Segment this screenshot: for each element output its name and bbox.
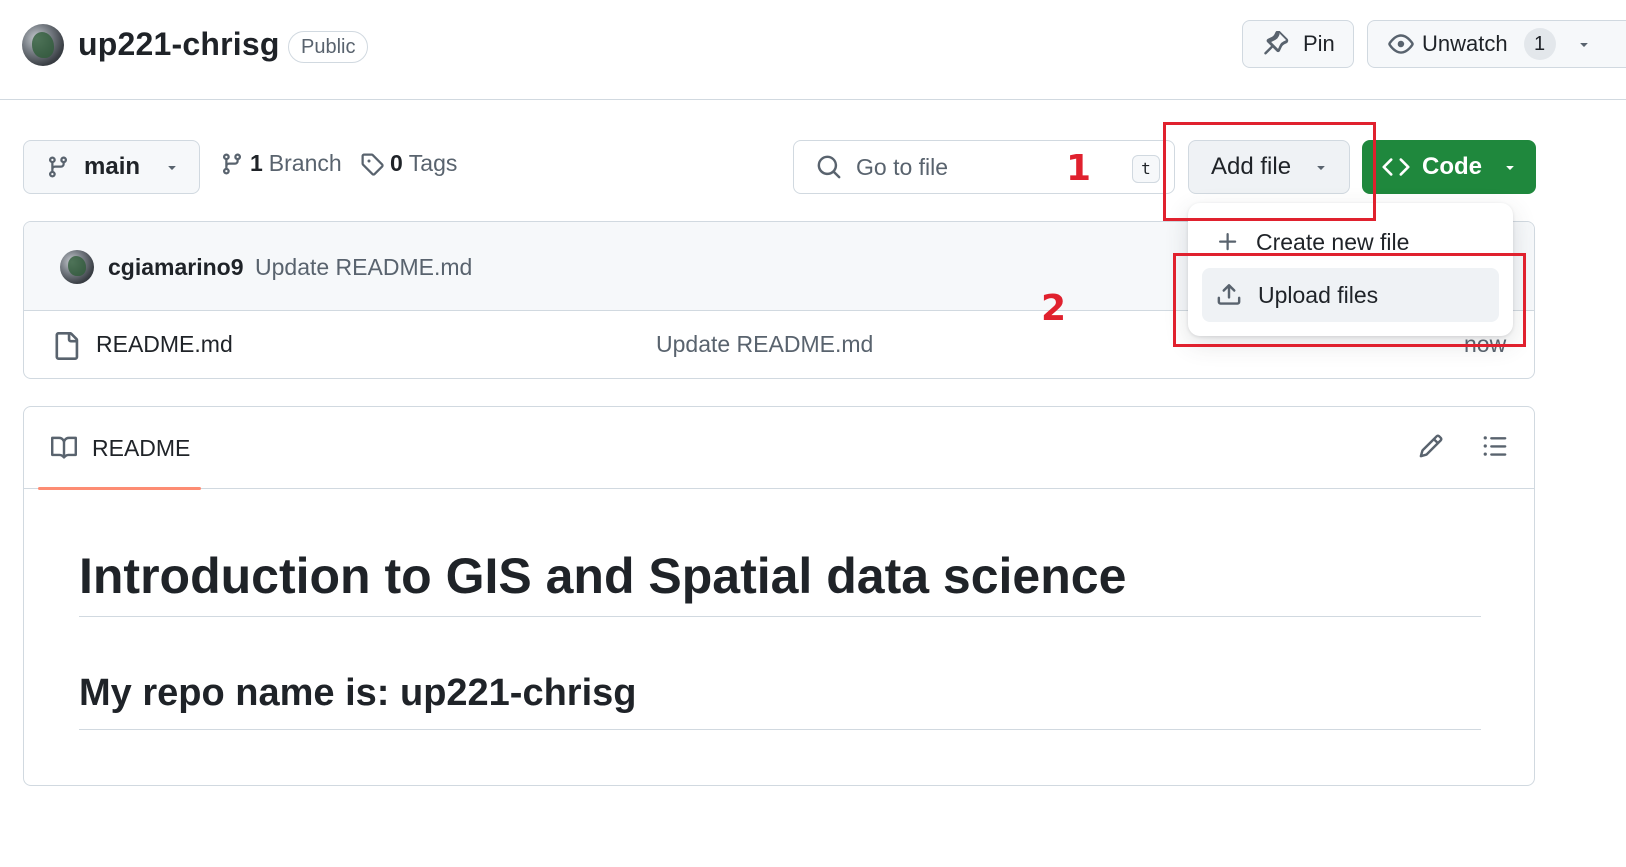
git-branch-icon — [220, 152, 244, 176]
readme-tabbar: README — [24, 407, 1534, 490]
keyboard-shortcut: t — [1132, 155, 1160, 183]
branch-count: 1 — [250, 150, 263, 176]
tag-count: 0 — [390, 150, 403, 176]
avatar[interactable] — [60, 250, 94, 284]
branch-selector[interactable]: main — [23, 140, 200, 194]
annotation-number-2: 2 — [1041, 288, 1067, 329]
code-label: Code — [1422, 153, 1482, 180]
file-name[interactable]: README.md — [96, 331, 233, 358]
branch-count-label: Branch — [268, 150, 342, 176]
readme-tab-label: README — [92, 434, 191, 461]
search-icon — [816, 154, 842, 180]
plus-icon — [1216, 230, 1240, 254]
commit-author[interactable]: cgiamarino9 — [108, 254, 244, 281]
owner-avatar[interactable] — [22, 24, 64, 66]
readme-subheading: My repo name is: up221-chrisg — [79, 672, 1481, 730]
code-icon — [1382, 153, 1410, 181]
repo-header: up221-chrisg Public Pin Unwatch 1 — [0, 0, 1626, 100]
git-branch-icon — [46, 155, 70, 179]
eye-icon — [1388, 31, 1414, 57]
chevron-down-icon — [164, 159, 180, 175]
file-commit-message[interactable]: Update README.md — [656, 331, 873, 358]
tags-link[interactable]: 0 Tags — [360, 150, 457, 177]
pin-icon — [1263, 31, 1289, 57]
book-icon — [50, 435, 78, 461]
unwatch-button[interactable]: Unwatch 1 — [1367, 20, 1626, 68]
annotation-box-step-1 — [1163, 122, 1376, 221]
chevron-down-icon — [1502, 159, 1518, 175]
go-to-file-input[interactable]: Go to file t — [793, 140, 1175, 194]
chevron-down-icon — [1576, 36, 1592, 52]
file-icon — [52, 331, 80, 361]
list-icon[interactable] — [1482, 433, 1508, 459]
annotation-number-1: 1 — [1066, 148, 1092, 189]
readme-panel: README Introduction to GIS and Spatial d… — [23, 406, 1535, 786]
watch-count: 1 — [1523, 28, 1556, 60]
search-placeholder: Go to file — [856, 153, 949, 180]
unwatch-label: Unwatch — [1422, 31, 1508, 56]
branch-name: main — [84, 153, 141, 180]
code-button[interactable]: Code — [1362, 140, 1536, 194]
annotation-box-step-2 — [1173, 253, 1526, 347]
readme-heading: Introduction to GIS and Spatial data sci… — [79, 549, 1481, 617]
tag-count-label: Tags — [408, 150, 458, 176]
pin-button[interactable]: Pin — [1242, 20, 1354, 68]
repo-name[interactable]: up221-chrisg — [78, 26, 280, 63]
tag-icon — [360, 152, 384, 176]
readme-actions — [1418, 433, 1508, 459]
pencil-icon[interactable] — [1418, 433, 1444, 459]
branches-link[interactable]: 1 Branch — [220, 150, 342, 177]
visibility-badge: Public — [288, 31, 369, 63]
create-new-file-label: Create new file — [1256, 228, 1410, 255]
tab-readme[interactable]: README — [38, 407, 201, 490]
pin-label: Pin — [1303, 31, 1335, 56]
commit-message[interactable]: Update README.md — [255, 254, 472, 281]
